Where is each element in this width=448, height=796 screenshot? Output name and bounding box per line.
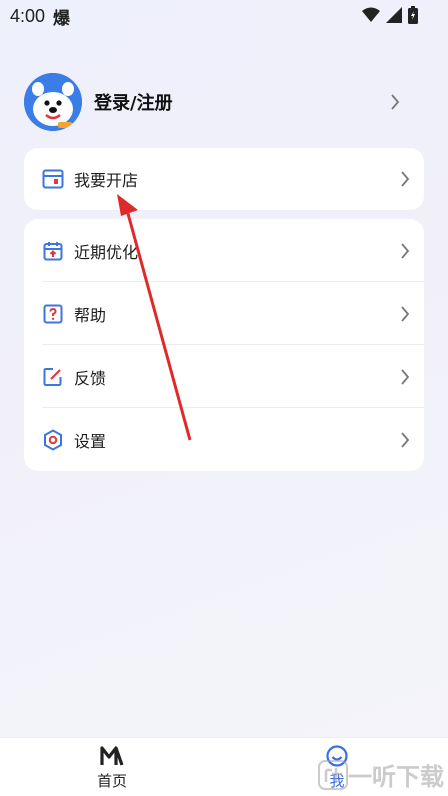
menu-item-label: 设置 bbox=[74, 431, 107, 451]
chevron-right-icon bbox=[391, 94, 400, 110]
help-icon bbox=[42, 303, 64, 325]
menu-card-primary: 我要开店 bbox=[24, 148, 424, 210]
avatar bbox=[24, 73, 82, 131]
menu-item-help[interactable]: 帮助 bbox=[24, 282, 424, 345]
profile-login-row[interactable]: 登录/注册 bbox=[24, 70, 414, 134]
status-time: 4:00 bbox=[10, 5, 46, 26]
m-logo-icon bbox=[72, 744, 152, 768]
chevron-right-icon bbox=[401, 431, 410, 448]
status-app-glyph: 爆 bbox=[53, 8, 71, 29]
menu-item-label: 帮助 bbox=[74, 305, 107, 325]
settings-icon bbox=[42, 428, 64, 451]
watermark-logo-icon bbox=[318, 759, 348, 790]
menu-item-label: 近期优化 bbox=[74, 242, 139, 262]
status-bar: 4:00 爆 bbox=[0, 0, 448, 32]
menu-item-label: 我要开店 bbox=[74, 171, 139, 190]
menu-item-feedback[interactable]: 反馈 bbox=[24, 345, 424, 408]
chevron-right-icon bbox=[401, 305, 410, 322]
wifi-icon bbox=[362, 7, 380, 22]
status-icons bbox=[362, 6, 418, 24]
calendar-icon bbox=[42, 240, 64, 262]
edit-icon bbox=[42, 366, 64, 388]
battery-icon bbox=[408, 6, 418, 24]
watermark-text: 一听下载 bbox=[348, 763, 444, 791]
menu-item-label: 反馈 bbox=[74, 368, 107, 388]
chevron-right-icon bbox=[401, 171, 410, 187]
chevron-right-icon bbox=[401, 368, 410, 385]
menu-card-secondary: 近期优化 帮助 反馈 设置 bbox=[24, 219, 424, 471]
nav-home-label: 首页 bbox=[96, 772, 127, 790]
profile-login-label: 登录/注册 bbox=[94, 93, 173, 114]
chevron-right-icon bbox=[401, 242, 410, 259]
menu-item-recent-optimization[interactable]: 近期优化 bbox=[24, 219, 424, 282]
storefront-icon bbox=[42, 168, 64, 190]
nav-home[interactable]: 首页 bbox=[72, 744, 152, 791]
mascot-avatar-icon bbox=[24, 73, 82, 131]
menu-item-open-store[interactable]: 我要开店 bbox=[24, 148, 424, 210]
watermark: 一听下载 bbox=[318, 757, 444, 792]
signal-icon bbox=[386, 7, 402, 23]
menu-item-settings[interactable]: 设置 bbox=[24, 408, 424, 471]
